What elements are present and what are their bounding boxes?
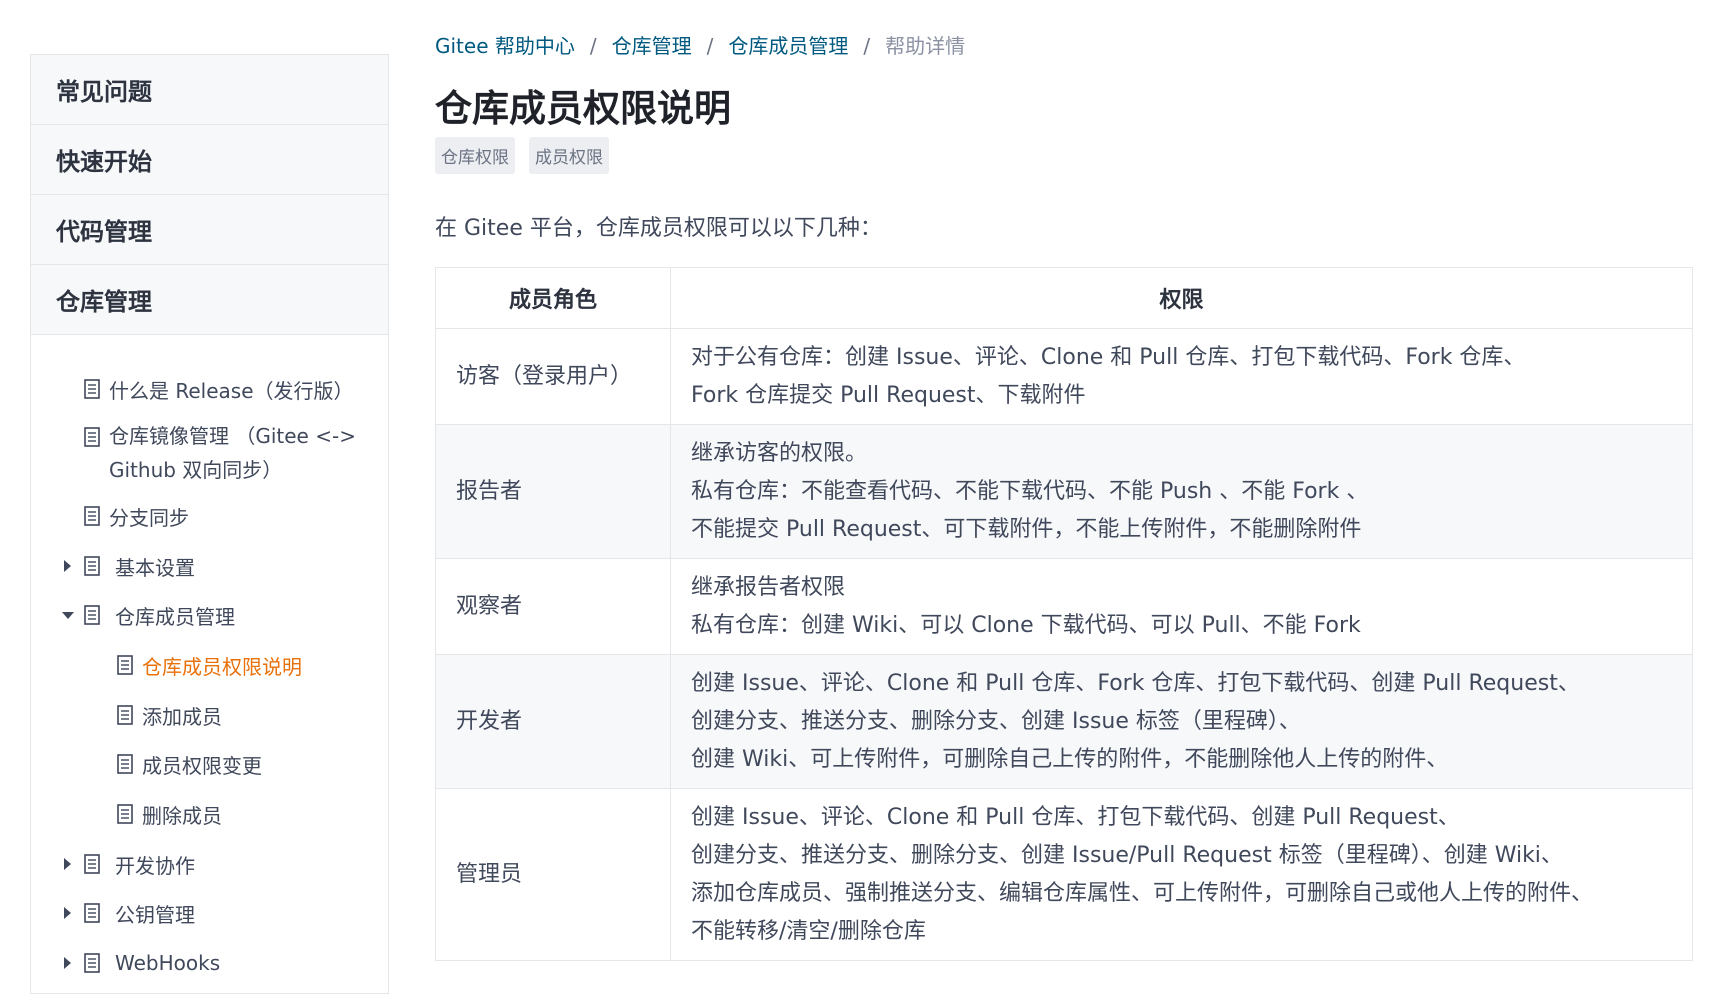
permission-line: 不能转移/清空/删除仓库 — [691, 918, 926, 944]
sidebar-category-code-management[interactable]: 代码管理 — [31, 195, 388, 265]
caret-right-icon[interactable] — [64, 957, 71, 969]
page-title: 仓库成员权限说明 — [435, 87, 731, 130]
permissions-cell: 对于公有仓库：创建 Issue、评论、Clone 和 Pull 仓库、打包下载代… — [670, 328, 1693, 425]
permission-line: 创建分支、推送分支、删除分支、创建 Issue/Pull Request 标签（… — [691, 842, 1563, 868]
intro-text: 在 Gitee 平台，仓库成员权限可以以下几种： — [435, 216, 882, 241]
permission-line: 私有仓库：创建 Wiki、可以 Clone 下载代码、可以 Pull、不能 Fo… — [691, 612, 1361, 638]
tree-item-label: WebHooks — [115, 951, 221, 975]
table-row: 访客（登录用户） 对于公有仓库：创建 Issue、评论、Clone 和 Pull… — [435, 328, 1693, 425]
permission-line: 创建 Issue、评论、Clone 和 Pull 仓库、打包下载代码、创建 Pu… — [691, 804, 1460, 830]
permissions-cell: 创建 Issue、评论、Clone 和 Pull 仓库、打包下载代码、创建 Pu… — [670, 788, 1693, 961]
permission-line: 不能提交 Pull Request、可下载附件，不能上传附件，不能删除附件 — [691, 516, 1362, 542]
breadcrumb-help-center[interactable]: Gitee 帮助中心 — [435, 34, 575, 58]
breadcrumb-member-management[interactable]: 仓库成员管理 — [728, 34, 848, 58]
permissions-table: 成员角色 权限 访客（登录用户） 对于公有仓库：创建 Issue、评论、Clon… — [435, 267, 1693, 961]
document-icon — [84, 427, 100, 447]
caret-right-icon[interactable] — [64, 560, 71, 572]
tree-item-label: 基本设置 — [115, 555, 195, 580]
tree-item-release[interactable]: 什么是 Release（发行版） — [31, 369, 388, 409]
permission-line: Fork 仓库提交 Pull Request、下载附件 — [691, 382, 1086, 408]
tree-item-label: 添加成员 — [142, 704, 222, 729]
role-cell: 报告者 — [435, 424, 671, 559]
document-icon — [84, 506, 100, 526]
tree-item-label: 分支同步 — [109, 505, 189, 530]
tree-item-label: 公钥管理 — [115, 902, 195, 927]
tree-item-change-permission[interactable]: 成员权限变更 — [31, 744, 388, 784]
role-cell: 观察者 — [435, 558, 671, 655]
document-icon — [117, 655, 133, 675]
tree-item-label: 什么是 Release（发行版） — [109, 378, 354, 403]
sidebar-category-quick-start[interactable]: 快速开始 — [31, 125, 388, 195]
permission-line: 继承访客的权限。 — [691, 440, 868, 466]
tree-item-mirror[interactable]: 仓库镜像管理 （Gitee <-> Github 双向同步） — [31, 419, 388, 489]
permission-line: 创建 Wiki、可上传附件，可删除自己上传的附件，不能删除他人上传的附件、 — [691, 746, 1449, 772]
sidebar-category-faq[interactable]: 常见问题 — [31, 55, 388, 125]
document-icon — [84, 903, 100, 923]
breadcrumb-separator: / — [706, 34, 714, 58]
tree-item-collaboration[interactable]: 开发协作 — [31, 844, 388, 884]
tag-member-permission[interactable]: 成员权限 — [529, 137, 609, 174]
permission-line: 对于公有仓库：创建 Issue、评论、Clone 和 Pull 仓库、打包下载代… — [691, 344, 1526, 370]
column-header-permissions: 权限 — [670, 267, 1693, 329]
table-row: 管理员 创建 Issue、评论、Clone 和 Pull 仓库、打包下载代码、创… — [435, 788, 1693, 961]
tree-item-public-keys[interactable]: 公钥管理 — [31, 893, 388, 933]
role-cell: 管理员 — [435, 788, 671, 961]
tree-item-label: 仓库镜像管理 （Gitee <-> Github 双向同步） — [109, 424, 356, 482]
document-icon — [117, 754, 133, 774]
role-cell: 开发者 — [435, 654, 671, 789]
document-icon — [117, 804, 133, 824]
tree-item-label: 成员权限变更 — [142, 753, 262, 778]
permissions-cell: 继承访客的权限。 私有仓库：不能查看代码、不能下载代码、不能 Push 、不能 … — [670, 424, 1693, 559]
document-icon — [84, 556, 100, 576]
table-row: 开发者 创建 Issue、评论、Clone 和 Pull 仓库、Fork 仓库、… — [435, 654, 1693, 789]
permission-line: 创建 Issue、评论、Clone 和 Pull 仓库、Fork 仓库、打包下载… — [691, 670, 1580, 696]
breadcrumb-current: 帮助详情 — [885, 34, 966, 58]
tree-item-label: 开发协作 — [115, 853, 195, 878]
tree-item-label: 仓库成员管理 — [115, 604, 235, 629]
tag-list: 仓库权限 成员权限 — [435, 137, 609, 174]
document-icon — [84, 605, 100, 625]
permission-line: 创建分支、推送分支、删除分支、创建 Issue 标签（里程碑）、 — [691, 708, 1301, 734]
permissions-cell: 创建 Issue、评论、Clone 和 Pull 仓库、Fork 仓库、打包下载… — [670, 654, 1693, 789]
permissions-cell: 继承报告者权限 私有仓库：创建 Wiki、可以 Clone 下载代码、可以 Pu… — [670, 558, 1693, 655]
sidebar: 常见问题 快速开始 代码管理 仓库管理 什么是 Release（发行版） 仓库镜… — [30, 54, 389, 994]
tree-item-member-management[interactable]: 仓库成员管理 — [31, 595, 388, 635]
caret-right-icon[interactable] — [64, 858, 71, 870]
tree-item-label: 仓库成员权限说明 — [142, 654, 302, 679]
tree-item-branch-sync[interactable]: 分支同步 — [31, 496, 388, 536]
caret-down-icon[interactable] — [62, 611, 74, 619]
document-icon — [84, 953, 100, 973]
sidebar-category-repo-management[interactable]: 仓库管理 — [31, 265, 388, 335]
permission-line: 添加仓库成员、强制推送分支、编辑仓库属性、可上传附件，可删除自己或他人上传的附件… — [691, 880, 1594, 906]
table-row: 报告者 继承访客的权限。 私有仓库：不能查看代码、不能下载代码、不能 Push … — [435, 424, 1693, 559]
permission-line: 私有仓库：不能查看代码、不能下载代码、不能 Push 、不能 Fork 、 — [691, 478, 1369, 504]
tree-item-label: 删除成员 — [142, 803, 222, 828]
table-header-row: 成员角色 权限 — [435, 267, 1693, 329]
tag-repo-permission[interactable]: 仓库权限 — [435, 137, 515, 174]
breadcrumb-separator: / — [863, 34, 871, 58]
caret-right-icon[interactable] — [64, 907, 71, 919]
tree-item-member-permissions[interactable]: 仓库成员权限说明 — [31, 645, 388, 685]
table-row: 观察者 继承报告者权限 私有仓库：创建 Wiki、可以 Clone 下载代码、可… — [435, 558, 1693, 655]
document-icon — [117, 705, 133, 725]
column-header-role: 成员角色 — [435, 267, 671, 329]
role-cell: 访客（登录用户） — [435, 328, 671, 425]
permission-line: 继承报告者权限 — [691, 574, 846, 600]
tree-item-remove-member[interactable]: 删除成员 — [31, 794, 388, 834]
tree-item-basic-settings[interactable]: 基本设置 — [31, 546, 388, 586]
breadcrumb: Gitee 帮助中心 / 仓库管理 / 仓库成员管理 / 帮助详情 — [435, 30, 965, 59]
breadcrumb-repo-management[interactable]: 仓库管理 — [612, 34, 692, 58]
tree-item-webhooks[interactable]: WebHooks — [31, 943, 388, 983]
breadcrumb-separator: / — [589, 34, 597, 58]
document-icon — [84, 854, 100, 874]
document-icon — [84, 379, 100, 399]
tree-item-add-member[interactable]: 添加成员 — [31, 695, 388, 735]
